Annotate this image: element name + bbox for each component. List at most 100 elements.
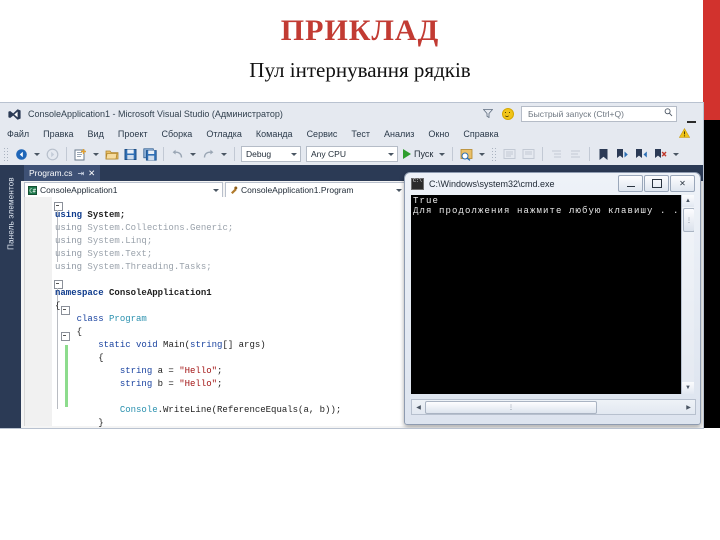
menu-item-edit[interactable]: Правка <box>36 129 80 139</box>
menu-item-project[interactable]: Проект <box>111 129 155 139</box>
csharp-project-icon: C# <box>28 185 37 195</box>
method-member-icon <box>229 186 238 195</box>
toolbar-separator <box>66 147 67 161</box>
solution-config-value: Debug <box>246 149 272 159</box>
find-dropdown-icon[interactable] <box>479 152 486 156</box>
toolbar-grip[interactable] <box>3 147 9 161</box>
new-project-dropdown-icon[interactable] <box>93 152 99 156</box>
close-icon[interactable]: ✕ <box>88 168 95 179</box>
navbar-member-value: ConsoleApplication1.Program <box>241 185 354 195</box>
minimize-icon[interactable] <box>683 103 699 128</box>
cmd-window-title: C:\Windows\system32\cmd.exe <box>429 178 555 189</box>
toolbar-separator-4 <box>452 147 454 161</box>
toolbar-grip-2[interactable] <box>491 147 498 161</box>
smiley-feedback-icon[interactable] <box>502 108 514 120</box>
bookmark-icon[interactable] <box>595 146 612 163</box>
navbar-project-combo[interactable]: C# ConsoleApplication1 <box>24 182 223 198</box>
start-dropdown-icon[interactable] <box>439 152 446 156</box>
solution-config-combo[interactable]: Debug <box>241 146 301 162</box>
menu-item-analyze[interactable]: Анализ <box>377 129 421 139</box>
code-content[interactable]: using System; using System.Collections.Ge… <box>55 209 341 428</box>
toolbox-panel-strip[interactable]: Панель элементов <box>0 165 21 428</box>
uncomment-selection-icon <box>520 146 537 163</box>
toolbar-separator-6 <box>589 147 591 161</box>
editor-glyph-margin[interactable] <box>25 197 52 426</box>
console-window-icon <box>411 177 424 190</box>
redo-dropdown-icon[interactable] <box>221 152 227 156</box>
navbar-member-combo[interactable]: ConsoleApplication1.Program <box>225 182 406 198</box>
vs-window-title: ConsoleApplication1 - Microsoft Visual S… <box>28 109 283 119</box>
vs-menubar: Файл Правка Вид Проект Сборка Отладка Ко… <box>0 125 703 143</box>
navigate-back-dropdown-icon[interactable] <box>34 152 40 156</box>
cmd-console-output[interactable]: True Для продолжения нажмите любую клави… <box>411 195 694 394</box>
previous-bookmark-icon[interactable] <box>633 146 650 163</box>
quick-launch-input[interactable]: Быстрый запуск (Ctrl+Q) <box>521 106 677 122</box>
solution-platform-value: Any CPU <box>311 149 346 159</box>
minimize-icon-2 <box>626 185 635 187</box>
warning-triangle-icon[interactable] <box>678 125 691 143</box>
funnel-icon[interactable] <box>482 105 494 123</box>
maximize-icon <box>651 179 662 188</box>
vs-toolbar: Debug Any CPU Пуск <box>0 143 703 165</box>
command-prompt-window[interactable]: C:\Windows\system32\cmd.exe ✕ True Для п… <box>404 172 701 425</box>
toolbar-separator-2 <box>163 147 164 161</box>
svg-text:C#: C# <box>29 188 36 194</box>
cmd-close-button[interactable]: ✕ <box>670 175 695 192</box>
cmd-vertical-scroll-thumb[interactable]: ⋮ <box>683 208 694 232</box>
menu-item-view[interactable]: Вид <box>81 129 111 139</box>
visual-studio-logo-icon <box>8 108 21 120</box>
menu-item-debug[interactable]: Отладка <box>199 129 249 139</box>
scroll-left-arrow-icon[interactable]: ◀ <box>412 401 425 413</box>
menu-item-build[interactable]: Сборка <box>155 129 200 139</box>
undo-icon <box>169 146 186 163</box>
increase-indent-icon <box>548 146 565 163</box>
chevron-down-icon-4 <box>396 188 402 192</box>
scroll-right-arrow-icon[interactable]: ▶ <box>682 401 695 413</box>
open-file-icon[interactable] <box>103 146 120 163</box>
chevron-down-icon-3 <box>213 188 219 192</box>
comment-selection-icon <box>501 146 518 163</box>
scroll-down-arrow-icon[interactable]: ▼ <box>682 382 694 394</box>
navigate-back-icon[interactable] <box>13 146 30 163</box>
redo-icon <box>200 146 217 163</box>
menu-item-window[interactable]: Окно <box>421 129 456 139</box>
vs-titlebar: ConsoleApplication1 - Microsoft Visual S… <box>0 103 703 125</box>
new-project-icon[interactable] <box>72 146 89 163</box>
toolbar-overflow-icon[interactable] <box>673 152 680 156</box>
menu-item-help[interactable]: Справка <box>456 129 505 139</box>
save-icon[interactable] <box>122 146 139 163</box>
cmd-horizontal-scrollbar[interactable]: ◀ ⋮ ▶ <box>411 399 696 415</box>
chevron-down-icon <box>291 152 297 156</box>
solution-platform-combo[interactable]: Any CPU <box>306 146 398 162</box>
clear-bookmarks-icon[interactable] <box>652 146 669 163</box>
cmd-horizontal-scroll-thumb[interactable]: ⋮ <box>425 400 597 414</box>
pin-icon[interactable]: ⇥ <box>77 169 84 178</box>
play-icon[interactable] <box>403 149 411 159</box>
start-button-label[interactable]: Пуск <box>414 149 433 159</box>
toolbar-separator-5 <box>542 147 544 161</box>
menu-item-test[interactable]: Тест <box>344 129 377 139</box>
page-title: ПРИКЛАД <box>280 14 440 47</box>
chevron-down-icon-2 <box>388 152 394 156</box>
scroll-up-arrow-icon[interactable]: ▲ <box>682 195 694 207</box>
document-tab-program-cs[interactable]: Program.cs ⇥ ✕ <box>24 165 101 181</box>
save-all-icon[interactable] <box>141 146 158 163</box>
screenshot-right-fill <box>703 120 720 428</box>
cmd-vertical-scrollbar[interactable]: ▲ ⋮ ▼ <box>681 195 694 394</box>
menu-item-tools[interactable]: Сервис <box>300 129 345 139</box>
undo-dropdown-icon[interactable] <box>190 152 196 156</box>
menu-item-file[interactable]: Файл <box>0 129 36 139</box>
cmd-titlebar[interactable]: C:\Windows\system32\cmd.exe ✕ <box>405 173 700 194</box>
magnifier-icon <box>664 107 673 121</box>
quick-launch-placeholder: Быстрый запуск (Ctrl+Q) <box>528 109 624 119</box>
cmd-maximize-button[interactable] <box>644 175 669 192</box>
navbar-project-value: ConsoleApplication1 <box>40 185 118 195</box>
visual-studio-window: ConsoleApplication1 - Microsoft Visual S… <box>0 103 703 428</box>
document-tab-label: Program.cs <box>29 168 73 178</box>
menu-item-team[interactable]: Команда <box>249 129 300 139</box>
cmd-output-line-2: Для продолжения нажмите любую клавишу . … <box>413 206 693 216</box>
page-subtitle: Пул інтернування рядків <box>249 58 471 82</box>
next-bookmark-icon[interactable] <box>614 146 631 163</box>
cmd-minimize-button[interactable] <box>618 175 643 192</box>
find-in-files-icon[interactable] <box>458 146 475 163</box>
